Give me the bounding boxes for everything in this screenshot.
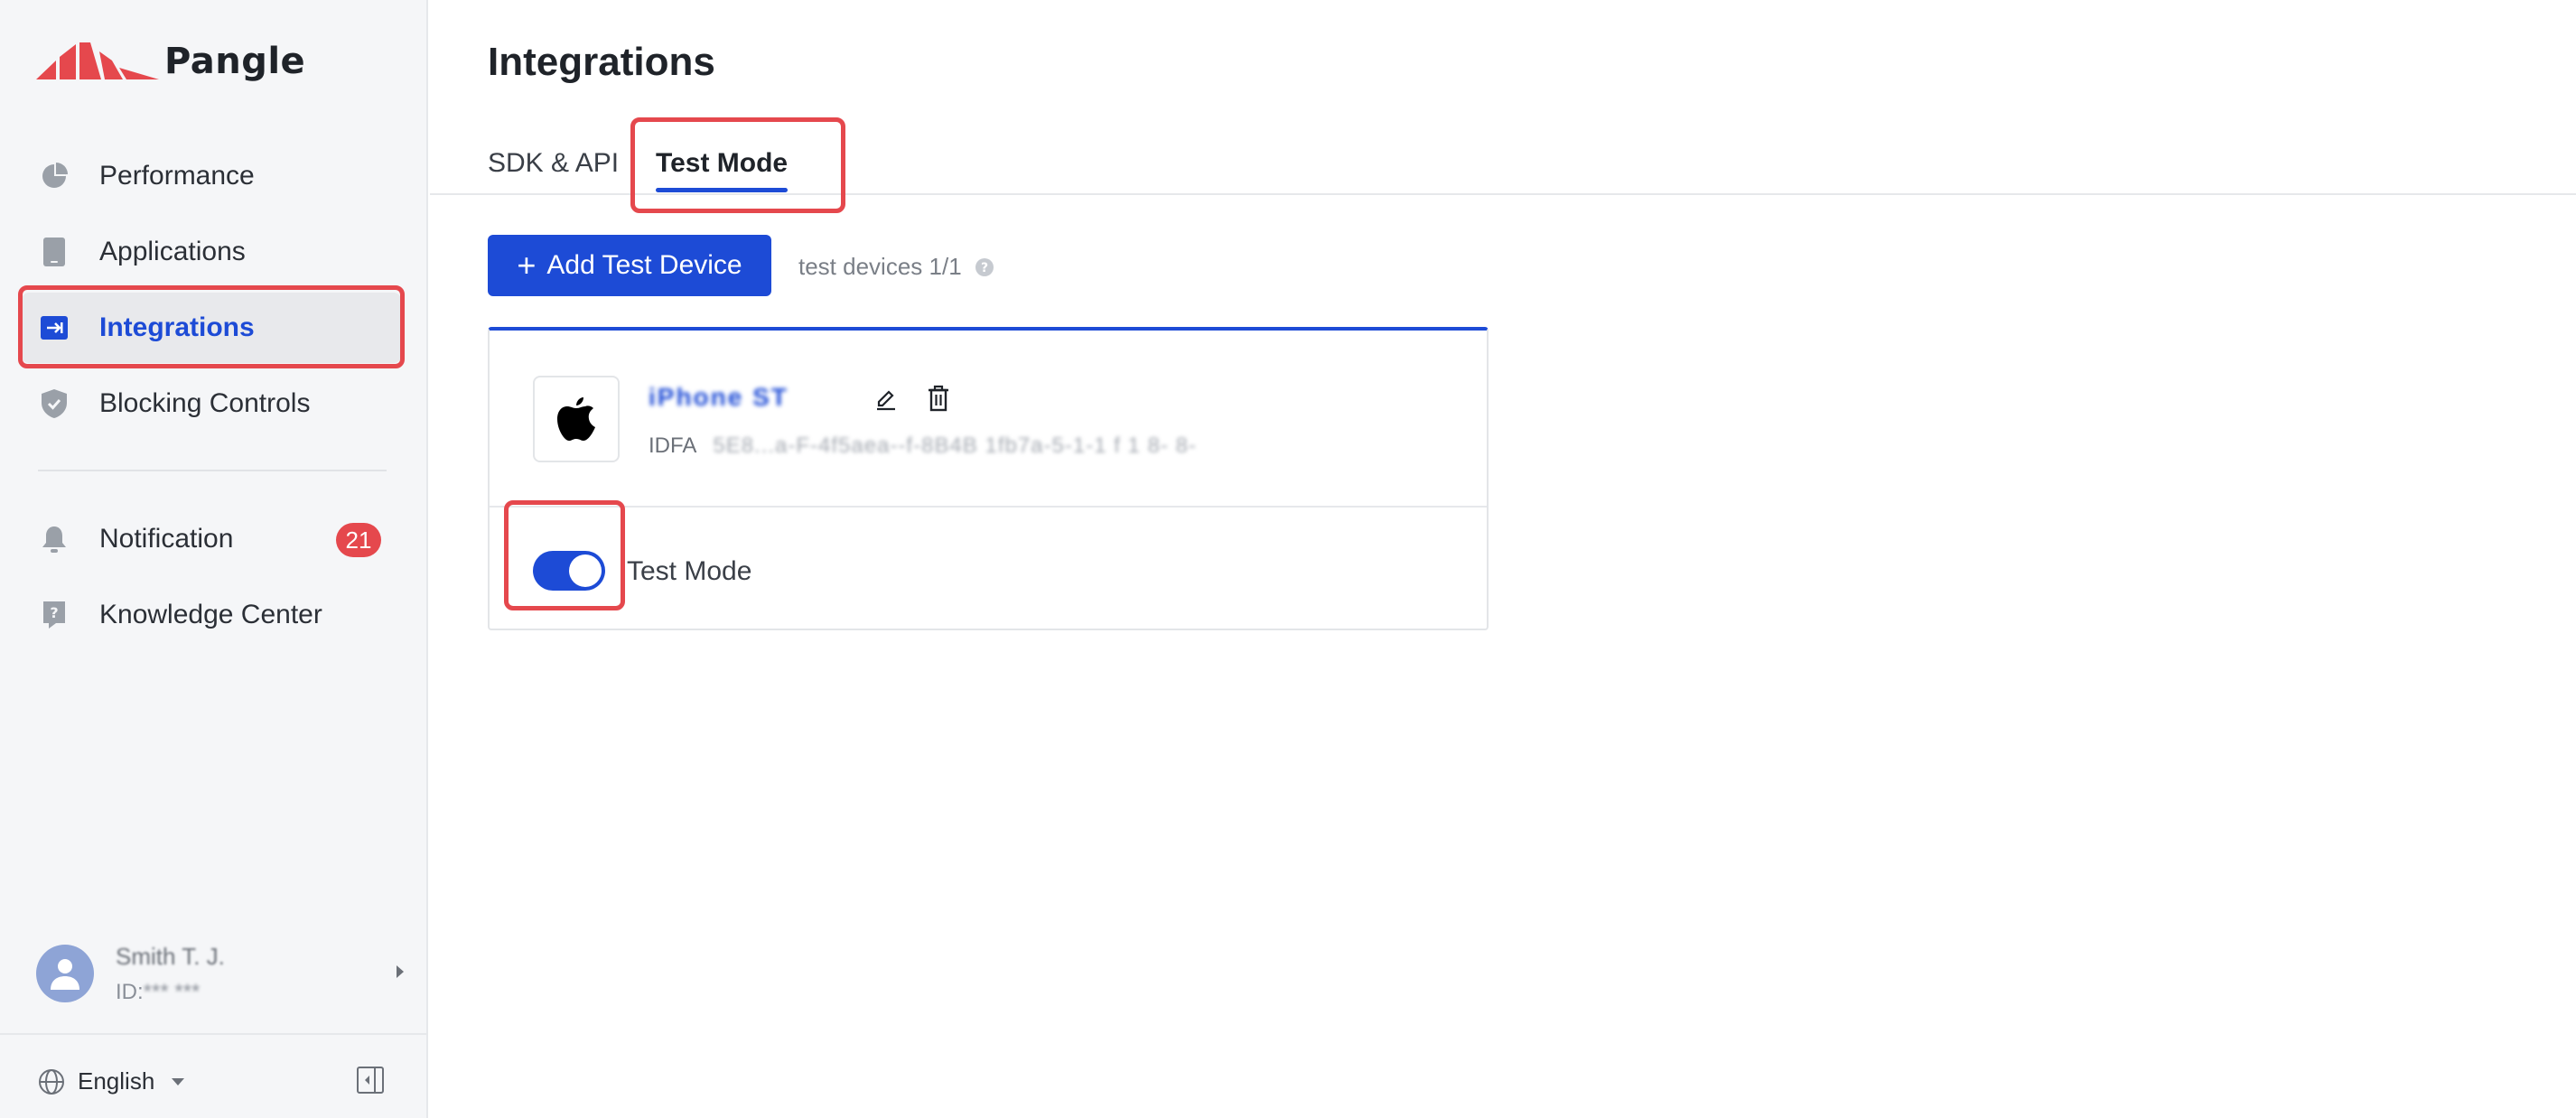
sidebar-item-label: Knowledge Center — [99, 600, 322, 629]
sidebar-item-label: Applications — [99, 237, 246, 266]
sidebar-item-label: Blocking Controls — [99, 388, 311, 418]
device-info-row: iPhone ST IDFA 5E8...a-F-4f5aea--f-8B4B … — [490, 331, 1487, 508]
sidebar-item-label: Notification — [99, 524, 234, 554]
user-id-value: *** *** — [143, 979, 201, 1004]
tablet-icon — [40, 238, 69, 266]
avatar — [36, 945, 94, 1002]
language-label: English — [78, 1067, 155, 1095]
user-icon — [51, 959, 79, 990]
device-name: iPhone ST — [649, 383, 789, 411]
help-book-icon: ? — [40, 601, 69, 629]
test-mode-label: Test Mode — [627, 556, 752, 586]
main-content: Integrations SDK & API Test Mode + Add T… — [430, 0, 2576, 1118]
page-title: Integrations — [488, 40, 715, 84]
idfa-label: IDFA — [649, 433, 697, 458]
test-mode-toggle[interactable] — [533, 551, 605, 591]
device-count-text: test devices 1/1 — [798, 253, 962, 280]
add-test-device-button[interactable]: + Add Test Device — [488, 235, 771, 296]
user-profile[interactable]: Smith T. J. ID:*** *** — [36, 941, 404, 1006]
device-count: test devices 1/1 ? — [798, 253, 994, 281]
globe-icon — [39, 1068, 64, 1095]
shield-icon — [40, 389, 69, 418]
sidebar-item-knowledge-center[interactable]: ? Knowledge Center — [22, 580, 401, 650]
tab-bar: SDK & API Test Mode — [430, 135, 2576, 195]
sidebar-divider — [38, 470, 387, 471]
pencil-icon — [877, 390, 895, 411]
sidebar-item-integrations[interactable]: Integrations — [22, 293, 401, 363]
add-test-device-label: Add Test Device — [546, 250, 742, 280]
help-circle-icon[interactable]: ? — [975, 257, 994, 277]
trash-icon — [929, 385, 948, 412]
toggle-knob — [569, 554, 602, 587]
sidebar: Pangle Performance Applications Integrat… — [0, 0, 428, 1118]
plus-icon: + — [517, 247, 537, 284]
svg-text:?: ? — [50, 604, 58, 621]
chevron-right-icon — [397, 965, 404, 978]
apple-icon — [557, 397, 595, 441]
user-id-label: ID: — [116, 979, 144, 1004]
language-selector[interactable]: English — [38, 1067, 185, 1095]
sidebar-item-blocking-controls[interactable]: Blocking Controls — [22, 368, 401, 439]
edit-device-button[interactable] — [871, 385, 901, 415]
caret-down-icon — [172, 1077, 185, 1085]
tab-test-mode[interactable]: Test Mode — [656, 148, 788, 179]
integration-icon — [40, 313, 69, 342]
sidebar-item-performance[interactable]: Performance — [22, 141, 401, 211]
pangle-logo-icon — [36, 42, 159, 79]
idfa-value: 5E8...a-F-4f5aea--f-8B4B 1fb7a-5-1-1 f 1… — [713, 433, 1197, 458]
delete-device-button[interactable] — [923, 383, 954, 414]
sidebar-item-label: Integrations — [99, 312, 255, 342]
sidebar-footer-divider — [0, 1033, 428, 1035]
sidebar-item-applications[interactable]: Applications — [22, 217, 401, 287]
os-badge — [533, 376, 620, 462]
user-id: ID:*** *** — [116, 980, 225, 1005]
notification-count-badge: 21 — [336, 523, 381, 557]
tab-sdk-api[interactable]: SDK & API — [488, 148, 619, 179]
sidebar-item-notification[interactable]: Notification 21 — [22, 504, 401, 574]
bell-icon — [40, 525, 69, 554]
sidebar-collapse-icon — [357, 1067, 384, 1094]
svg-text:?: ? — [981, 261, 988, 275]
app-root: Pangle Performance Applications Integrat… — [0, 0, 2576, 1118]
idfa-row: IDFA 5E8...a-F-4f5aea--f-8B4B 1fb7a-5-1-… — [649, 433, 1197, 459]
sidebar-item-label: Performance — [99, 161, 255, 191]
user-name: Smith T. J. — [116, 942, 225, 970]
collapse-sidebar-button[interactable] — [356, 1066, 387, 1096]
pie-chart-icon — [40, 162, 69, 191]
brand-name: Pangle — [164, 41, 306, 82]
test-device-card: iPhone ST IDFA 5E8...a-F-4f5aea--f-8B4B … — [488, 327, 1489, 630]
active-tab-indicator — [656, 188, 788, 192]
pangle-logo[interactable]: Pangle — [36, 36, 325, 87]
